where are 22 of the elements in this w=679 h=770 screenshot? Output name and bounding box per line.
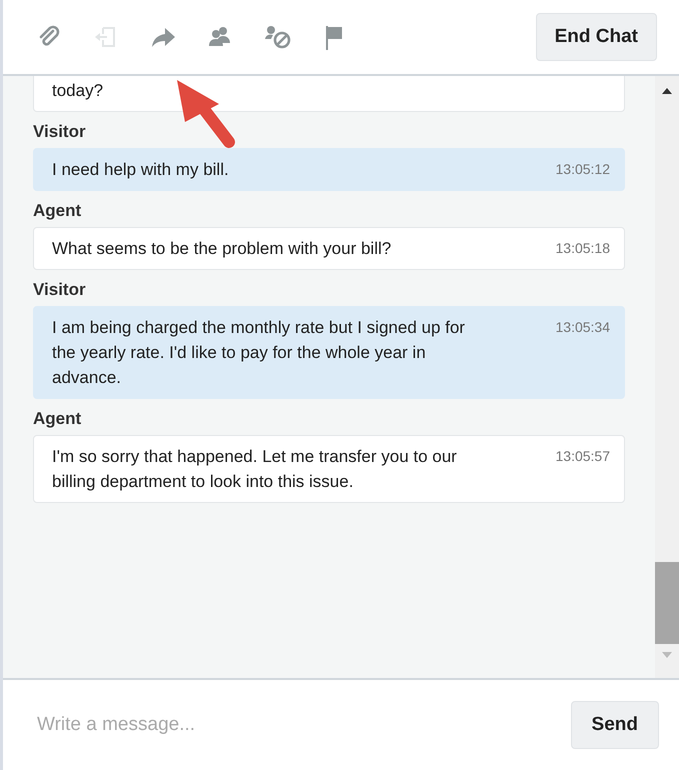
message-text: I'm so sorry that happened. Let me transfer you to our billing department to look into this issue. <box>52 446 458 493</box>
end-chat-button[interactable]: End Chat <box>536 13 657 61</box>
scrollbar[interactable] <box>655 76 679 678</box>
sender-name: Visitor <box>33 122 87 142</box>
message-text: I am being charged the monthly rate but I signed up for the yearly rate. I'd like to pay for the whole year in advance. <box>52 317 466 389</box>
message-input[interactable]: Write a message... <box>35 713 439 737</box>
message-time: 13:05:34 <box>556 318 610 337</box>
sender-name: Agent <box>33 409 82 429</box>
message-text: What seems to be the problem with your bill? <box>52 238 392 260</box>
message-text: today? <box>52 80 104 102</box>
message-time: 13:05:12 <box>556 160 610 179</box>
scrollbar-thumb[interactable] <box>655 562 679 644</box>
scroll-down-icon[interactable] <box>662 652 672 658</box>
user-block-icon[interactable] <box>263 23 293 51</box>
sender-name: Agent <box>33 201 82 221</box>
message-text: I need help with my bill. <box>52 159 229 181</box>
annotation-arrow <box>175 78 237 150</box>
sender-name: Visitor <box>33 280 87 300</box>
message-time: 13:05:57 <box>556 447 610 466</box>
message-time: 13:05:18 <box>556 239 610 258</box>
scroll-up-icon[interactable] <box>662 88 672 94</box>
send-button[interactable]: Send <box>570 701 659 749</box>
